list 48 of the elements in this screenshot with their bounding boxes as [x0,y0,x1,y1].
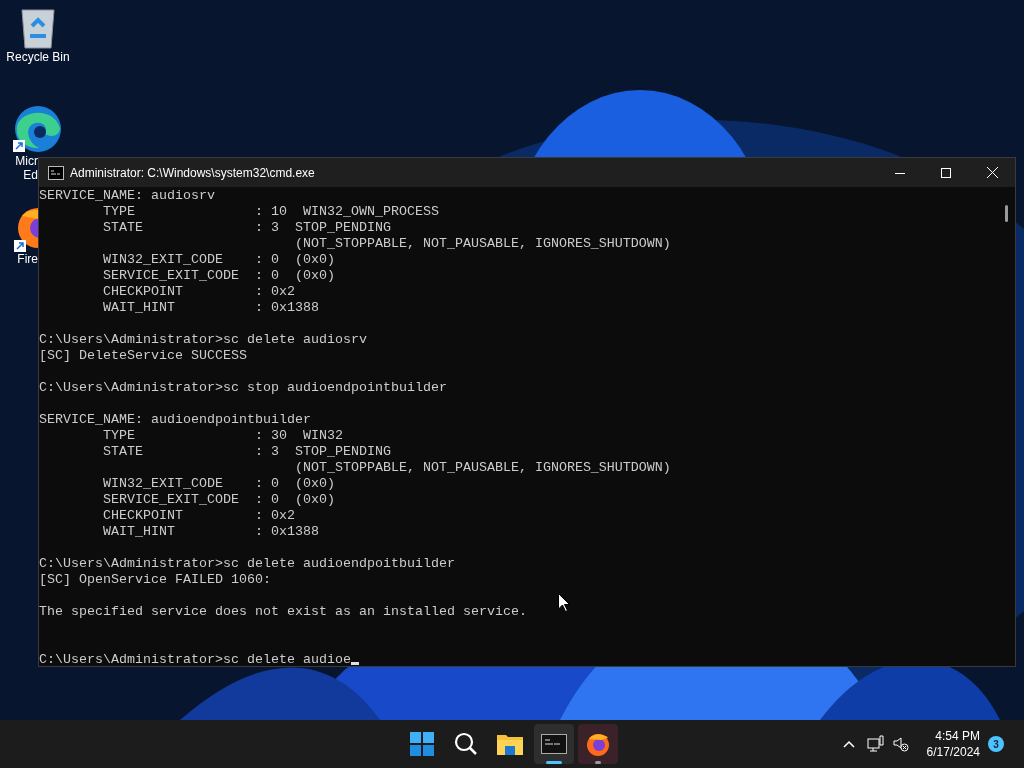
console-line: C:\Users\Administrator>sc delete audioe [39,652,351,667]
console-line: C:\Users\Administrator>sc delete audioendpoitbuilder [39,556,455,571]
console-line: WAIT_HINT : 0x1388 [102,524,319,539]
console-line: C:\Users\Administrator>sc stop audioendpointbuilder [39,380,447,395]
console-line: [SC] DeleteService SUCCESS [39,348,247,363]
network-icon[interactable] [866,735,885,753]
console-line: CHECKPOINT : 0x2 [102,284,295,299]
icon-label[interactable]: Recycle Bin [6,50,70,64]
firefox-icon [585,731,611,757]
close-icon [986,167,998,178]
console-line: SERVICE_EXIT_CODE : 0 (0x0) [102,492,335,507]
folder-icon [497,733,523,755]
windows-logo-icon [410,732,434,756]
console-line: SERVICE_NAME: audioendpointbuilder [39,412,311,427]
maximize-icon [941,167,951,178]
icon-label[interactable]: Ed [23,168,38,182]
console-line: WAIT_HINT : 0x1388 [102,300,319,315]
console-line: The specified service does not exist as an installed service. [39,604,527,619]
console-line: WIN32_EXIT_CODE : 0 (0x0) [102,252,335,267]
console-line: (NOT_STOPPABLE, NOT_PAUSABLE, IGNORES_SHUTDOWN) [293,236,671,251]
icon-label[interactable]: Micr [15,154,38,168]
console-line: STATE : 3 STOP_PENDING [102,220,391,235]
mouse-pointer-icon [558,593,570,612]
clock-date: 6/17/2024 [926,744,980,760]
edge-icon [13,104,63,154]
chevron-up-icon[interactable] [842,740,855,748]
console-line: STATE : 3 STOP_PENDING [102,444,391,459]
console-line: TYPE : 10 WIN32_OWN_PROCESS [102,204,439,219]
console-line: CHECKPOINT : 0x2 [102,508,295,523]
console-line: TYPE : 30 WIN32 [102,428,343,443]
notification-badge[interactable]: 3 [988,736,1004,752]
clock[interactable]: 4:54 PM 6/17/2024 [926,728,980,760]
console-line: SERVICE_NAME: audiosrv [39,188,215,203]
recycle-bin-icon [20,8,56,50]
console-line: (NOT_STOPPABLE, NOT_PAUSABLE, IGNORES_SHUTDOWN) [293,460,671,475]
icon-label[interactable]: Fire [17,252,38,266]
console-line: SERVICE_EXIT_CODE : 0 (0x0) [102,268,335,283]
taskbar-button[interactable] [578,724,618,764]
console-line: WIN32_EXIT_CODE : 0 (0x0) [102,476,335,491]
console-line: [SC] OpenService FAILED 1060: [39,572,271,587]
console-line: C:\Users\Administrator>sc delete audiosrv [39,332,367,347]
terminal-icon [541,734,567,754]
clock-time: 4:54 PM [935,728,980,744]
muted-speaker-icon[interactable] [892,736,909,752]
search-icon [454,732,478,756]
terminal-icon [48,165,64,180]
window-title: Administrator: C:\Windows\system32\cmd.exe [70,164,315,182]
taskbar-button[interactable] [534,724,574,764]
